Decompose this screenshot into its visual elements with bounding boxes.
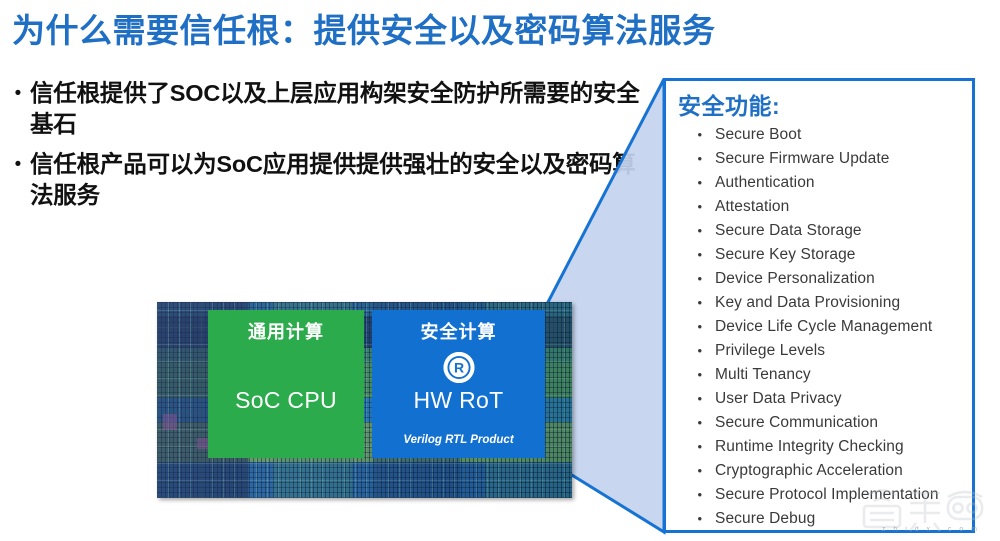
bullet-glyph-icon: • [697,391,702,406]
list-item: • Secure Protocol Implementation [666,483,972,507]
bullet-glyph-icon: • [697,439,702,454]
general-compute-label: SoC CPU [235,387,337,413]
list-item: • Secure Boot [666,123,972,147]
rot-logo-icon: R [443,352,474,383]
list-item-label: Secure Firmware Update [715,150,890,167]
list-item-label: Key and Data Provisioning [715,294,901,311]
secure-compute-heading: 安全计算 [420,322,497,342]
list-item: • Device Life Cycle Management [666,315,972,339]
list-item: • Authentication [666,171,972,195]
list-item: • Device Personalization [666,267,972,291]
bullet-glyph-icon: • [697,223,702,238]
list-item: • Key and Data Provisioning [666,291,972,315]
list-item-label: Secure Boot [715,126,802,143]
secure-compute-label: HW RoT [413,387,504,413]
list-item-label: Device Personalization [715,270,875,287]
bullet-glyph-icon: • [697,319,702,334]
bullet-glyph-icon: • [697,343,702,358]
bullet-glyph-icon: • [697,463,702,478]
list-item: • Attestation [666,195,972,219]
secure-compute-sublabel: Verilog RTL Product [403,434,514,446]
watermark-subtext: z h i d x . c o m [881,526,980,533]
svg-text:R: R [453,360,463,376]
list-item: • Privilege Levels [666,339,972,363]
bullet-glyph-icon: • [697,295,702,310]
list-item: • Secure Data Storage [666,219,972,243]
bullet-glyph-icon: • [14,83,22,104]
left-bullet-list: • 信任根提供了SOC以及上层应用构架安全防护所需要的安全基石 • 信任根产品可… [6,78,646,220]
list-item-label: 信任根提供了SOC以及上层应用构架安全防护所需要的安全基石 [30,80,640,137]
slide-canvas: 为什么需要信任根：提供安全以及密码算法服务 • 信任根提供了SOC以及上层应用构… [0,0,1000,541]
list-item: • Runtime Integrity Checking [666,435,972,459]
bullet-glyph-icon: • [697,247,702,262]
bullet-glyph-icon: • [697,367,702,382]
security-panel-title: 安全功能: [678,93,781,119]
list-item: • Secure Key Storage [666,243,972,267]
list-item: • Secure Communication [666,411,972,435]
list-item-label: Secure Communication [715,414,879,431]
list-item: • 信任根提供了SOC以及上层应用构架安全防护所需要的安全基石 [6,78,646,140]
bullet-glyph-icon: • [697,127,702,142]
list-item-label: Secure Protocol Implementation [715,486,939,503]
list-item: • 信任根产品可以为SoC应用提供提供强壮的安全以及密码算法服务 [6,149,646,211]
bullet-glyph-icon: • [666,531,702,533]
page-title: 为什么需要信任根：提供安全以及密码算法服务 [12,12,716,49]
list-item-label: Privilege Levels [715,342,826,359]
bullet-glyph-icon: • [697,199,702,214]
list-item: • Cryptographic Acceleration [666,459,972,483]
bullet-glyph-icon: • [697,415,702,430]
list-item: • Multi Tenancy [666,363,972,387]
list-item-label: Secure Key Storage [715,246,856,263]
list-item-label: 信任根产品可以为SoC应用提供提供强壮的安全以及密码算法服务 [30,151,636,208]
bullet-glyph-icon: • [697,487,702,502]
list-item-label: Authentication [715,174,815,191]
list-item-label: Attestation [715,198,790,215]
security-features-list: • Secure Boot • Secure Firmware Update • Auth… [666,123,972,533]
list-item: • User Data Privacy [666,387,972,411]
list-item-label: User Data Privacy [715,390,842,407]
list-item-label: Runtime Integrity Checking [715,438,904,455]
bullet-glyph-icon: • [697,175,702,190]
bullet-glyph-icon: • [697,271,702,286]
general-compute-block: 通用计算 SoC CPU [208,310,364,458]
secure-compute-block: 安全计算 R HW RoT Verilog RTL Product [372,310,545,458]
list-item-label: Multi Tenancy [715,366,811,383]
bullet-glyph-icon: • [14,154,22,175]
general-compute-heading: 通用计算 [248,322,324,342]
bullet-glyph-icon: • [697,151,702,166]
list-item-label: Device Life Cycle Management [715,318,933,335]
list-item-label: Cryptographic Acceleration [715,462,903,479]
security-features-panel: 安全功能: • Secure Boot • Secure Firmware Updat… [663,78,975,533]
list-item: • Secure Firmware Update [666,147,972,171]
list-item-label: Secure Data Storage [715,222,862,239]
bullet-glyph-icon: • [697,511,702,526]
